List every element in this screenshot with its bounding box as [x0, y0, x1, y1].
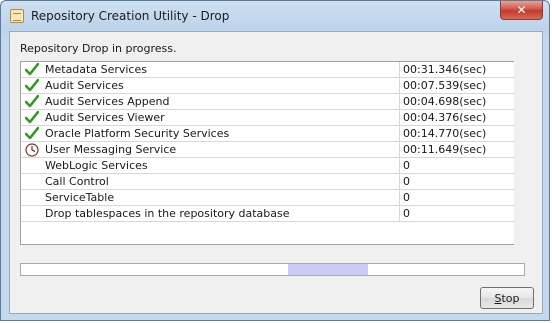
window-title: Repository Creation Utility - Drop: [31, 9, 230, 23]
table-row[interactable]: Metadata Services 00:31.346(sec): [21, 62, 515, 78]
table-row[interactable]: ServiceTable 0: [21, 190, 515, 206]
status-text: Repository Drop in progress.: [20, 42, 177, 55]
table-row[interactable]: Drop tablespaces in the repository datab…: [21, 206, 515, 222]
component-name: WebLogic Services: [45, 159, 148, 172]
empty-status-icon: [24, 206, 40, 221]
component-name: Audit Services: [45, 79, 124, 92]
elapsed-time: 00:14.770(sec): [399, 126, 515, 141]
empty-status-icon: [24, 158, 40, 173]
elapsed-time: 00:04.698(sec): [399, 94, 515, 109]
close-button[interactable]: ✕: [500, 1, 543, 20]
table-row[interactable]: Call Control 0: [21, 174, 515, 190]
component-table[interactable]: Metadata Services 00:31.346(sec) Audit Ser…: [20, 61, 515, 245]
dialog-window: Repository Creation Utility - Drop ✕ Rep…: [0, 0, 550, 321]
check-icon: [24, 126, 40, 141]
component-name: Metadata Services: [45, 63, 147, 76]
check-icon: [24, 94, 40, 109]
component-name: User Messaging Service: [45, 143, 177, 156]
table-row[interactable]: Oracle Platform Security Services 00:14.7…: [21, 126, 515, 142]
table-row[interactable]: WebLogic Services 0: [21, 158, 515, 174]
elapsed-time: 0: [399, 190, 515, 205]
table-row[interactable]: User Messaging Service 00:11.649(sec): [21, 142, 515, 158]
progress-bar: [20, 263, 525, 276]
stop-button[interactable]: Stop: [480, 287, 534, 309]
check-icon: [24, 62, 40, 77]
elapsed-time: 0: [399, 158, 515, 173]
table-row[interactable]: Audit Services 00:07.539(sec): [21, 78, 515, 94]
table-row[interactable]: Audit Services Viewer 00:04.376(sec): [21, 110, 515, 126]
component-name: Audit Services Viewer: [45, 111, 165, 124]
elapsed-time: 00:11.649(sec): [399, 142, 515, 157]
dialog-content: Repository Drop in progress. Metadata Se…: [9, 31, 543, 314]
stop-mnemonic: S: [494, 291, 502, 305]
elapsed-time: 00:07.539(sec): [399, 78, 515, 93]
component-name: Oracle Platform Security Services: [45, 127, 230, 140]
component-name: Audit Services Append: [45, 95, 170, 108]
clock-icon: [24, 142, 40, 157]
table-body: Metadata Services 00:31.346(sec) Audit Ser…: [21, 62, 515, 222]
component-name: ServiceTable: [45, 191, 115, 204]
elapsed-time: 00:04.376(sec): [399, 110, 515, 125]
check-icon: [24, 78, 40, 93]
stop-label-rest: top: [501, 291, 520, 305]
empty-status-icon: [24, 190, 40, 205]
elapsed-time: 00:31.346(sec): [399, 62, 515, 77]
table-row[interactable]: Audit Services Append 00:04.698(sec): [21, 94, 515, 110]
app-icon: [10, 9, 24, 23]
elapsed-time: 0: [399, 206, 515, 221]
component-name: Drop tablespaces in the repository datab…: [45, 207, 290, 220]
elapsed-time: 0: [399, 174, 515, 189]
check-icon: [24, 110, 40, 125]
progress-fill: [288, 264, 368, 275]
empty-status-icon: [24, 174, 40, 189]
component-name: Call Control: [45, 175, 109, 188]
title-bar[interactable]: Repository Creation Utility - Drop ✕: [1, 1, 549, 31]
